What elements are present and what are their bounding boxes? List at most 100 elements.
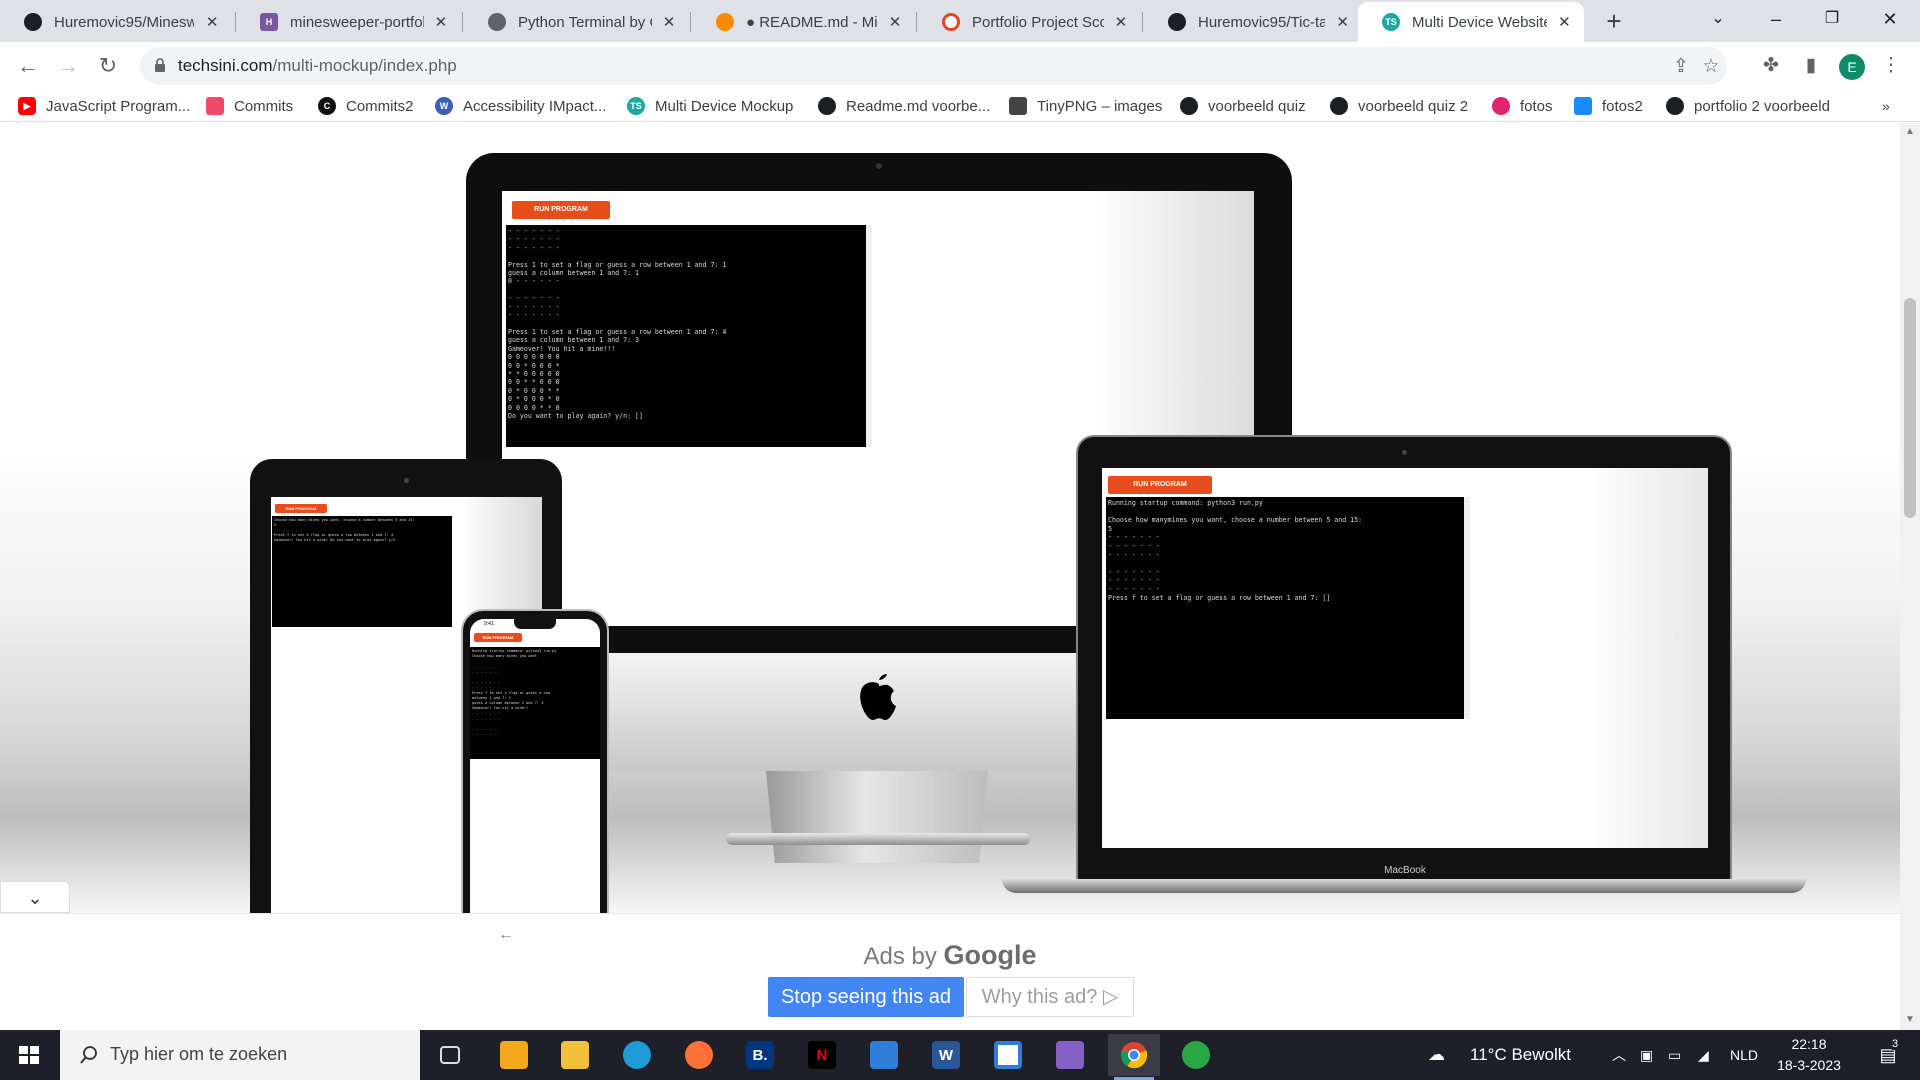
file-explorer-icon[interactable] (549, 1034, 601, 1076)
window-app-icon[interactable] (982, 1034, 1034, 1076)
terminal-scrollbar[interactable] (1464, 497, 1470, 719)
close-window-button[interactable]: ✕ (1862, 0, 1918, 40)
battery-icon[interactable]: ▭ (1668, 1030, 1681, 1080)
github-icon (1666, 97, 1684, 115)
netflix-icon[interactable]: N (796, 1034, 848, 1076)
globe-icon (488, 13, 506, 31)
ads-by-google: Ads by Google (863, 940, 1037, 970)
minimize-button[interactable]: – (1748, 0, 1804, 40)
imac-base (726, 833, 1030, 845)
tab-python-terminal[interactable]: Python Terminal by Co ✕ (464, 2, 688, 42)
notifications-icon[interactable]: ▤ 3 (1870, 1030, 1906, 1080)
bookmark-star-icon[interactable]: ☆ (1700, 56, 1722, 78)
bookmark-item[interactable]: ▶ JavaScript Program... (18, 94, 190, 118)
tab-title: Python Terminal by Co (518, 13, 652, 31)
bookmark-item[interactable]: TS Multi Device Mockup (627, 94, 793, 118)
bookmarks-overflow-icon[interactable]: » (1882, 94, 1890, 118)
bookmark-item[interactable]: voorbeeld quiz (1180, 94, 1306, 118)
run-program-button[interactable]: RUN PROGRAM (474, 633, 522, 642)
github-icon (1330, 97, 1348, 115)
maps-icon[interactable] (1170, 1034, 1222, 1076)
github-icon (1180, 97, 1198, 115)
bookmark-item[interactable]: TinyPNG – images (1009, 94, 1162, 118)
tab-heroku-app[interactable]: H minesweeper-portfolio ✕ (236, 2, 460, 42)
new-tab-button[interactable]: + (1598, 6, 1630, 38)
weather-cloud-icon[interactable]: ☁ (1428, 1030, 1458, 1080)
firefox-icon[interactable] (673, 1034, 725, 1076)
wifi-icon[interactable]: ◢ (1698, 1030, 1709, 1080)
ipad-terminal: Choose how many mines you want, choose a… (272, 516, 452, 627)
bookmark-item[interactable]: Readme.md voorbe... (818, 94, 990, 118)
page-scrollbar[interactable]: ▲ ▼ (1900, 123, 1920, 1030)
why-this-ad-button[interactable]: Why this ad? ▷ (966, 977, 1134, 1017)
address-bar[interactable]: techsini.com/multi-mockup/index.php ⇪ ☆ (140, 47, 1727, 85)
close-icon[interactable]: ✕ (432, 13, 450, 31)
word-icon[interactable]: W (920, 1034, 972, 1076)
mail-icon[interactable] (858, 1034, 910, 1076)
bookmark-item[interactable]: fotos (1492, 94, 1553, 118)
camera-icon (1402, 450, 1407, 455)
tab-title: Portfolio Project Scop (972, 13, 1104, 31)
bookmark-item[interactable]: C Commits2 (318, 94, 414, 118)
task-view-icon[interactable] (424, 1034, 476, 1076)
extensions-icon[interactable]: ✤ (1760, 55, 1782, 77)
weather-text[interactable]: 11°C Bewolkt (1470, 1030, 1571, 1080)
close-icon[interactable]: ✕ (1555, 13, 1574, 31)
iphone-terminal: Running startup command: python3 run.py … (470, 647, 600, 759)
back-button[interactable]: ← (12, 50, 44, 82)
heroku-icon: H (260, 13, 278, 31)
visual-studio-icon[interactable] (1044, 1034, 1096, 1076)
microsoft-store-icon[interactable] (488, 1034, 540, 1076)
chrome-icon[interactable] (1108, 1034, 1160, 1080)
gitpod-icon (716, 13, 734, 31)
bookmark-item[interactable]: voorbeeld quiz 2 (1330, 94, 1468, 118)
tab-title: Multi Device Website (1412, 13, 1547, 31)
windows-taskbar: Typ hier om te zoeken B. N W ☁ 11°C Bewo… (0, 1030, 1920, 1080)
profile-avatar[interactable]: E (1839, 54, 1865, 80)
bookmark-item[interactable]: Commits (206, 94, 293, 118)
language-indicator[interactable]: NLD (1730, 1030, 1758, 1080)
side-panel-icon[interactable]: ▮ (1800, 55, 1822, 77)
run-program-button[interactable]: RUN PROGRAM (1108, 476, 1212, 494)
terminal-scrollbar[interactable] (866, 225, 872, 447)
booking-icon[interactable]: B. (734, 1034, 786, 1076)
run-program-button[interactable]: RUN PROGRAM (512, 201, 610, 219)
meet-icon[interactable]: ▣ (1640, 1030, 1653, 1080)
tab-portfolio-scope[interactable]: Portfolio Project Scop ✕ (918, 2, 1140, 42)
taskbar-clock[interactable]: 22:18 18-3-2023 (1776, 1034, 1842, 1076)
tab-github-minesweeper[interactable]: Huremovic95/Minesw ✕ (0, 2, 232, 42)
restore-button[interactable]: ❐ (1804, 0, 1860, 40)
tray-chevron-icon[interactable]: ︿ (1612, 1030, 1626, 1080)
tab-title: minesweeper-portfolio (290, 13, 424, 31)
camera-icon (876, 163, 882, 169)
scrollbar-thumb[interactable] (1904, 298, 1916, 518)
close-icon[interactable]: ✕ (1333, 13, 1352, 31)
forward-button[interactable]: → (52, 50, 84, 82)
close-icon[interactable]: ✕ (660, 13, 678, 31)
bookmark-item[interactable]: W Accessibility IMpact... (435, 94, 606, 118)
camera-icon (404, 478, 409, 483)
close-icon[interactable]: ✕ (1112, 13, 1130, 31)
windows-start-icon[interactable] (0, 1030, 58, 1080)
reload-button[interactable]: ↻ (92, 50, 124, 82)
tab-multi-device[interactable]: TS Multi Device Website ✕ (1358, 2, 1584, 42)
scroll-up-icon[interactable]: ▲ (1903, 125, 1917, 139)
edge-icon[interactable] (611, 1034, 663, 1076)
browser-toolbar: ← → ↻ techsini.com/multi-mockup/index.ph… (0, 42, 1920, 90)
stop-seeing-ad-button[interactable]: Stop seeing this ad (768, 977, 964, 1017)
share-icon[interactable]: ⇪ (1670, 56, 1692, 78)
menu-icon[interactable]: ⋮ (1880, 55, 1902, 77)
bookmark-item[interactable]: portfolio 2 voorbeeld (1666, 94, 1830, 118)
bookmark-item[interactable]: fotos2 (1574, 94, 1643, 118)
run-program-button[interactable]: RUN PROGRAM (275, 504, 327, 513)
tab-search-icon[interactable]: ⌄ (1690, 0, 1746, 40)
drop-icon (1492, 97, 1510, 115)
tab-github-tictac[interactable]: Huremovic95/Tic-tac ✕ (1144, 2, 1362, 42)
scroll-down-icon[interactable]: ▼ (1903, 1013, 1917, 1027)
tab-readme-gitpod[interactable]: ● README.md - Mine ✕ (692, 2, 914, 42)
collapse-ad-button[interactable]: ⌄ (0, 881, 70, 913)
close-icon[interactable]: ✕ (886, 13, 904, 31)
taskbar-search[interactable]: Typ hier om te zoeken (60, 1030, 420, 1080)
macbook-base (1002, 879, 1806, 893)
close-icon[interactable]: ✕ (202, 13, 222, 31)
